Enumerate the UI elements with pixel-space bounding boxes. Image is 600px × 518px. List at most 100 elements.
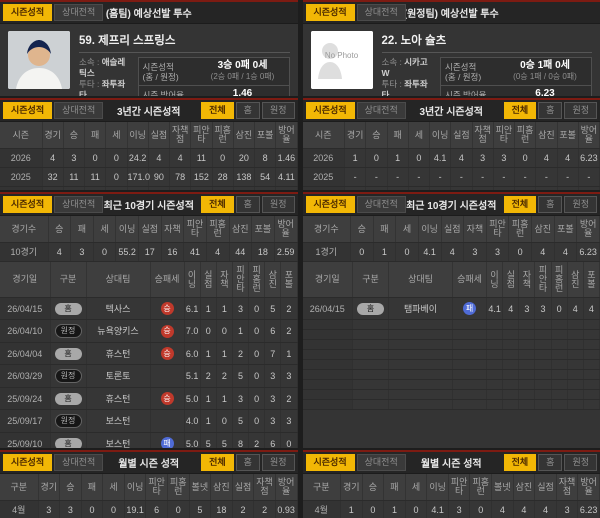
venue-cell: 홈 — [353, 298, 389, 320]
table-cell: 4.11 — [276, 168, 297, 187]
tab-season-stats[interactable]: 시즌성적 — [306, 454, 355, 471]
filter-all-button[interactable]: 전체 — [201, 454, 234, 471]
stat-cell: 1 — [216, 343, 232, 365]
stat-cell: 6 — [265, 433, 281, 449]
table-cell: 5 — [212, 187, 233, 191]
filter-home-button[interactable]: 홈 — [236, 196, 260, 213]
tab-head-to-head[interactable]: 상대전적 — [357, 196, 406, 213]
venue-filter-group: 전체 홈 원정 — [201, 196, 294, 213]
stat-cell: 8 — [232, 433, 248, 449]
opponent-cell — [389, 340, 453, 350]
table-cell: 4.1 — [427, 501, 449, 518]
filter-all-button[interactable]: 전체 — [201, 196, 234, 213]
stat-cell: 1 — [200, 388, 216, 410]
filter-away-button[interactable]: 원정 — [262, 196, 295, 213]
filter-home-button[interactable]: 홈 — [538, 454, 562, 471]
filter-home-button[interactable]: 홈 — [236, 102, 260, 119]
table-cell: 4 — [554, 243, 577, 262]
season-era-value: 6.23 — [503, 89, 587, 96]
venue-filter-group: 전체 홈 원정 — [504, 454, 597, 471]
stat-cell: 2 — [281, 388, 297, 410]
filter-away-button[interactable]: 원정 — [564, 196, 597, 213]
opponent-cell: 보스턴 — [86, 433, 150, 449]
player-name: 59. 제프리 스프링스 — [79, 31, 290, 53]
tab-season-stats[interactable]: 시즌성적 — [306, 102, 355, 119]
stat-cell — [583, 400, 599, 410]
column-header: 세 — [103, 474, 125, 501]
column-header: 피홈런 — [551, 262, 567, 298]
filter-home-button[interactable]: 홈 — [538, 196, 562, 213]
column-header: 자책점 — [472, 122, 493, 149]
column-header: 자책점 — [170, 122, 191, 149]
tab-season-stats[interactable]: 시즌성적 — [3, 454, 52, 471]
table-cell: 6 — [146, 501, 168, 518]
column-header: 승 — [48, 216, 71, 243]
filter-home-button[interactable]: 홈 — [236, 454, 260, 471]
table-cell: 7 — [42, 187, 63, 191]
game-row — [303, 350, 600, 360]
stat-cell: 0 — [200, 320, 216, 343]
filter-away-button[interactable]: 원정 — [262, 102, 295, 119]
column-header: 볼넷 — [189, 474, 211, 501]
filter-all-button[interactable]: 전체 — [201, 102, 234, 119]
filter-all-button[interactable]: 전체 — [504, 196, 537, 213]
table-cell: 0 — [85, 149, 106, 168]
column-header: 피안타 — [191, 122, 212, 149]
game-row — [303, 340, 600, 350]
tab-head-to-head[interactable]: 상대전적 — [54, 4, 103, 21]
tab-season-stats[interactable]: 시즌성적 — [3, 4, 52, 21]
venue-cell: 원정 — [50, 410, 86, 433]
table-row: 4월10104.13044436.23 — [303, 501, 600, 518]
table-cell: 0 — [351, 243, 374, 262]
stat-cell — [583, 390, 599, 400]
table-cell: 4 — [532, 243, 555, 262]
stat-cell — [583, 360, 599, 370]
tab-head-to-head[interactable]: 상대전적 — [54, 454, 103, 471]
table-cell: 17 — [139, 243, 162, 262]
filter-away-button[interactable]: 원정 — [262, 454, 295, 471]
stat-cell — [519, 350, 535, 360]
table-cell: 0 — [106, 149, 127, 168]
tab-head-to-head[interactable]: 상대전적 — [357, 4, 406, 21]
stat-cell — [487, 320, 503, 330]
stat-cell: 7 — [265, 343, 281, 365]
tab-head-to-head[interactable]: 상대전적 — [357, 454, 406, 471]
table-cell: 4 — [148, 149, 169, 168]
game-date-cell: 26/04/04 — [0, 343, 50, 365]
tab-season-stats[interactable]: 시즌성적 — [306, 196, 355, 213]
filter-away-button[interactable]: 원정 — [564, 454, 597, 471]
win-icon: 승 — [161, 347, 174, 360]
stat-cell — [487, 400, 503, 410]
tab-head-to-head[interactable]: 상대전적 — [357, 102, 406, 119]
table-cell: 4월 — [303, 501, 341, 518]
column-header: 자책 — [216, 262, 232, 298]
tab-head-to-head[interactable]: 상대전적 — [54, 196, 103, 213]
venue-cell: 홈 — [50, 388, 86, 410]
table-cell: 11 — [63, 168, 84, 187]
lose-icon: 패 — [161, 437, 174, 448]
result-cell: 승 — [150, 343, 184, 365]
game-date-cell: 26/04/15 — [303, 298, 353, 320]
game-date-cell: 26/04/15 — [0, 298, 50, 320]
stat-cell — [519, 340, 535, 350]
tab-season-stats[interactable]: 시즌성적 — [306, 4, 355, 21]
player-card: 59. 제프리 스프링스 소속애슬레틱스 투타좌투좌타 출생1992년 09월 … — [0, 24, 298, 96]
filter-away-button[interactable]: 원정 — [564, 102, 597, 119]
tab-head-to-head[interactable]: 상대전적 — [54, 102, 103, 119]
stat-cell — [503, 340, 519, 350]
stat-cell: 3 — [232, 298, 248, 320]
table-cell: 3.27 — [276, 187, 297, 191]
filter-home-button[interactable]: 홈 — [538, 102, 562, 119]
stat-cell: 3 — [232, 388, 248, 410]
stat-cell: 3 — [265, 365, 281, 388]
column-header: 이닝 — [127, 122, 148, 149]
venue-cell — [353, 370, 389, 380]
filter-all-button[interactable]: 전체 — [504, 102, 537, 119]
tab-season-stats[interactable]: 시즌성적 — [3, 196, 52, 213]
table-cell: - — [557, 187, 578, 191]
tab-season-stats[interactable]: 시즌성적 — [3, 102, 52, 119]
stat-cell — [519, 380, 535, 390]
table-cell: - — [366, 168, 387, 187]
table-cell: 90 — [148, 168, 169, 187]
filter-all-button[interactable]: 전체 — [504, 454, 537, 471]
